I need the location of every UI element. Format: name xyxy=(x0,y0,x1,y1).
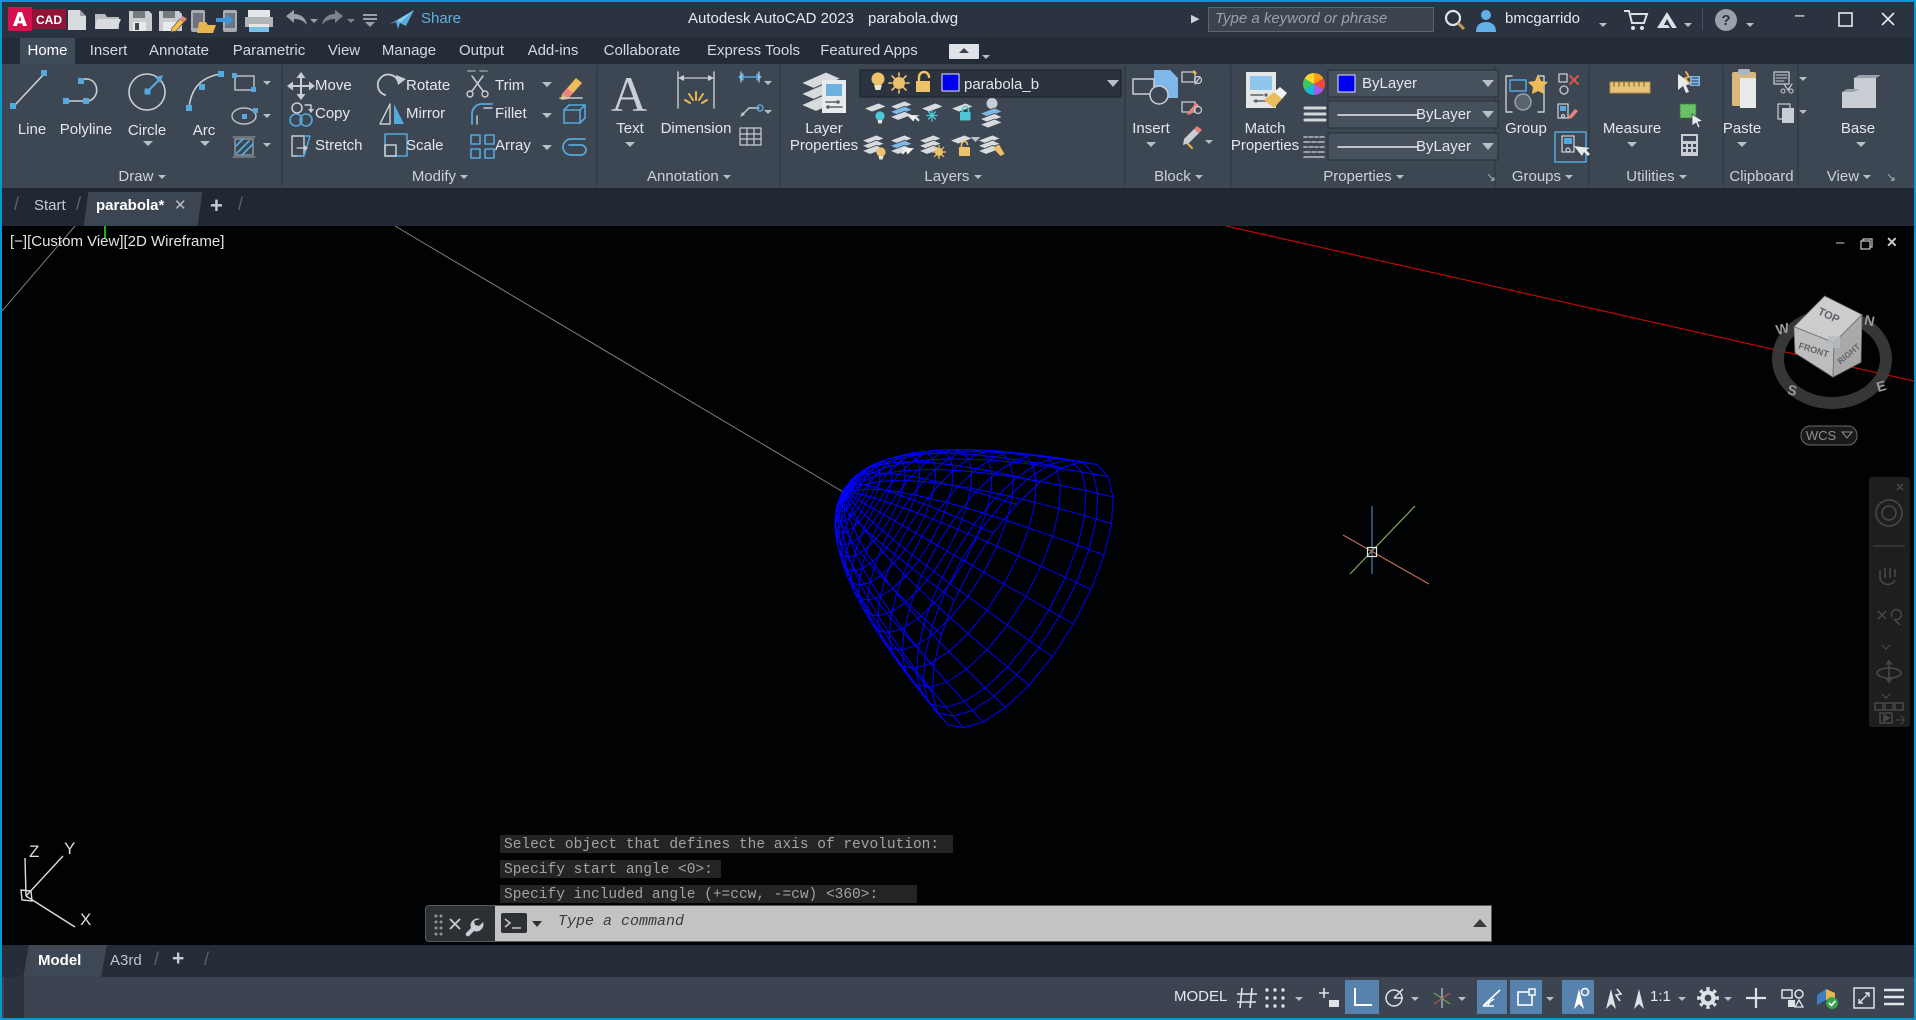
svg-text:Z: Z xyxy=(29,842,39,861)
svg-text:WCS: WCS xyxy=(1806,428,1837,443)
svg-text:X: X xyxy=(80,910,91,929)
svg-text:W: W xyxy=(1774,319,1791,338)
svg-text:CAD: CAD xyxy=(36,13,62,27)
svg-text:Y: Y xyxy=(64,839,75,858)
svg-text:A: A xyxy=(611,66,647,122)
svg-text:?: ? xyxy=(1721,12,1730,29)
